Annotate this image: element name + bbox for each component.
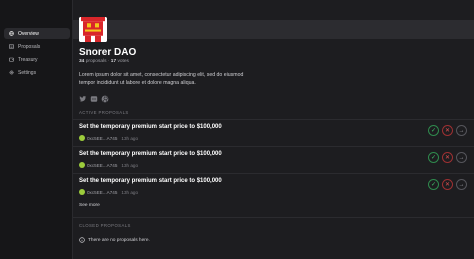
list-icon bbox=[9, 44, 14, 49]
author-avatar bbox=[79, 162, 85, 168]
vote-actions: ✓ ✕ → bbox=[428, 152, 467, 163]
sidebar-item-label: Proposals bbox=[18, 43, 41, 50]
proposal-meta: 0xc5EE...A745 13h ago bbox=[79, 162, 138, 168]
author-avatar bbox=[79, 135, 85, 141]
proposal-title[interactable]: Set the temporary premium start price to… bbox=[79, 124, 222, 130]
divider bbox=[73, 119, 474, 120]
vote-for-button[interactable]: ✓ bbox=[428, 179, 439, 190]
dao-stats: 34 proposals · 17 votes bbox=[79, 59, 129, 64]
author-avatar bbox=[79, 189, 85, 195]
vote-actions: ✓ ✕ → bbox=[428, 125, 467, 136]
gear-icon bbox=[9, 70, 14, 75]
proposal-author[interactable]: 0xc5EE...A745 bbox=[87, 163, 117, 168]
sidebar-item-label: Treasury bbox=[18, 56, 38, 63]
globe-icon bbox=[9, 31, 14, 36]
social-links bbox=[79, 90, 109, 103]
proposal-title[interactable]: Set the temporary premium start price to… bbox=[79, 178, 222, 184]
open-proposal-button[interactable]: → bbox=[456, 125, 467, 136]
proposal-row[interactable]: Set the temporary premium start price to… bbox=[73, 122, 474, 148]
dao-description: Lorem ipsum dolor sit amet, consectetur … bbox=[79, 72, 244, 86]
cover-banner bbox=[73, 20, 474, 39]
info-icon bbox=[79, 237, 85, 243]
divider bbox=[73, 146, 474, 147]
empty-state-text: There are no proposals here. bbox=[88, 237, 150, 243]
empty-state: There are no proposals here. bbox=[79, 237, 150, 243]
proposal-time: 13h ago bbox=[121, 162, 138, 168]
dao-avatar bbox=[79, 17, 107, 42]
sidebar-item-proposals[interactable]: Proposals bbox=[4, 41, 70, 52]
vote-against-button[interactable]: ✕ bbox=[442, 179, 453, 190]
main-content: Snorer DAO 34 proposals · 17 votes Lorem… bbox=[73, 0, 474, 259]
proposal-author[interactable]: 0xc5EE...A745 bbox=[87, 190, 117, 195]
sidebar-item-settings[interactable]: Settings bbox=[4, 67, 70, 78]
wallet-icon bbox=[9, 57, 14, 62]
vote-for-button[interactable]: ✓ bbox=[428, 125, 439, 136]
divider bbox=[73, 173, 474, 174]
proposal-meta: 0xc5EE...A745 13h ago bbox=[79, 189, 138, 195]
open-proposal-button[interactable]: → bbox=[456, 152, 467, 163]
vote-for-button[interactable]: ✓ bbox=[428, 152, 439, 163]
proposal-row[interactable]: Set the temporary premium start price to… bbox=[73, 149, 474, 175]
sidebar-item-label: Overview bbox=[18, 30, 39, 37]
proposal-time: 13h ago bbox=[121, 189, 138, 195]
vote-against-button[interactable]: ✕ bbox=[442, 152, 453, 163]
closed-proposals-label: CLOSED PROPOSALS bbox=[79, 223, 131, 228]
github-icon[interactable] bbox=[101, 90, 109, 103]
vote-actions: ✓ ✕ → bbox=[428, 179, 467, 190]
twitter-icon[interactable] bbox=[79, 90, 87, 102]
open-proposal-button[interactable]: → bbox=[456, 179, 467, 190]
proposal-meta: 0xc5EE...A745 13h ago bbox=[79, 135, 138, 141]
stats-separator: · bbox=[107, 59, 110, 64]
sidebar: Overview Proposals Treasury Settings bbox=[0, 0, 73, 259]
see-more-link[interactable]: See more bbox=[79, 203, 100, 208]
votes-count: 17 bbox=[110, 59, 117, 64]
divider bbox=[73, 217, 474, 218]
proposals-label: proposals bbox=[85, 59, 107, 64]
active-proposals-label: ACTIVE PROPOSALS bbox=[79, 110, 129, 115]
sidebar-item-treasury[interactable]: Treasury bbox=[4, 54, 70, 65]
discord-icon[interactable] bbox=[90, 90, 98, 102]
proposal-author[interactable]: 0xc5EE...A745 bbox=[87, 136, 117, 141]
sidebar-item-label: Settings bbox=[18, 69, 37, 76]
proposal-title[interactable]: Set the temporary premium start price to… bbox=[79, 151, 222, 157]
proposal-time: 13h ago bbox=[121, 135, 138, 141]
dao-name: Snorer DAO bbox=[79, 47, 137, 58]
proposals-count: 34 bbox=[79, 59, 85, 64]
votes-label: votes bbox=[117, 59, 129, 64]
sidebar-item-overview[interactable]: Overview bbox=[4, 28, 70, 39]
vote-against-button[interactable]: ✕ bbox=[442, 125, 453, 136]
proposal-row[interactable]: Set the temporary premium start price to… bbox=[73, 176, 474, 202]
